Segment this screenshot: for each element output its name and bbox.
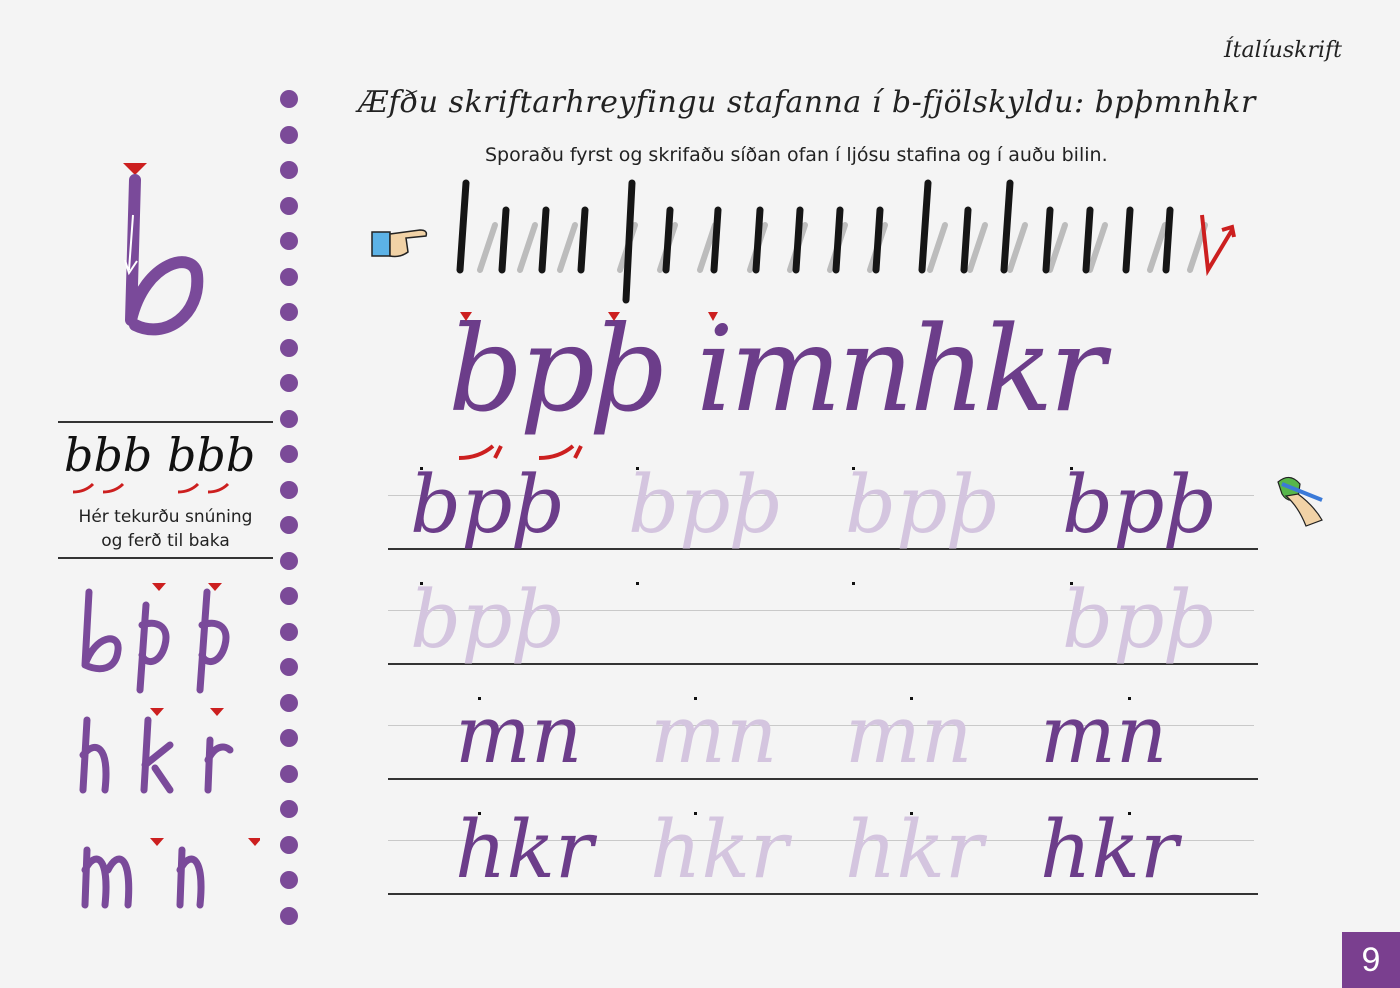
- binding-dot: [280, 125, 298, 144]
- start-dot: [478, 812, 481, 815]
- binding-dot: [280, 90, 298, 108]
- header-tag: Ítalíuskrift: [1223, 38, 1342, 63]
- binding-dot: [280, 196, 298, 215]
- start-dot: [694, 812, 697, 815]
- binding-dot: [280, 906, 298, 925]
- practice-word-trace: hkr: [845, 803, 984, 896]
- binding-dot: [280, 374, 298, 392]
- practice-word-trace: bpþ: [628, 458, 782, 551]
- binding-dot: [280, 338, 298, 357]
- start-dot: [636, 467, 639, 470]
- start-dot: [1070, 467, 1073, 470]
- start-dot: [1128, 697, 1131, 700]
- practice-word-end: mn: [1040, 688, 1168, 781]
- note-line-1: Hér tekurðu snúning: [78, 507, 253, 527]
- start-dot: [852, 467, 855, 470]
- start-dot: [910, 812, 913, 815]
- binding-dot: [280, 693, 298, 712]
- big-b-stroke-diagram: [123, 163, 204, 336]
- practice-word-trace: bpþ: [845, 458, 999, 551]
- practice-word-trace: hkr: [650, 803, 789, 896]
- turn-note: Hér tekurðu snúning og ferð til baka: [58, 505, 273, 553]
- binding-dot: [280, 445, 298, 463]
- page-title: Æfðu skriftarhreyfingu stafanna í b-fjöl…: [358, 85, 1256, 120]
- start-dot: [420, 467, 423, 470]
- start-markers: [460, 312, 718, 321]
- binding-dot: [280, 622, 298, 641]
- practice-word-trace: mn: [845, 688, 973, 781]
- note-line-2: og ferð til baka: [101, 531, 230, 551]
- practice-word-end: hkr: [1040, 803, 1179, 896]
- start-dot: [694, 697, 697, 700]
- start-dot: [852, 582, 855, 585]
- binding-dot: [280, 800, 298, 818]
- writing-hand-icon: [1277, 476, 1323, 527]
- page-number: 9: [1342, 932, 1400, 988]
- binding-dot: [280, 267, 298, 286]
- binding-dot: [280, 764, 298, 783]
- pointing-hand-icon: [371, 229, 428, 258]
- binding-dot: [280, 871, 298, 889]
- divider: [58, 557, 273, 559]
- start-dot: [478, 697, 481, 700]
- binding-dot: [280, 551, 298, 570]
- sample-bbb: bbb bbb: [64, 428, 256, 482]
- binding-dot: [280, 516, 298, 534]
- binding-dots: [280, 90, 300, 925]
- start-dot: [636, 582, 639, 585]
- stroke-order-letters: [79, 583, 260, 909]
- turn-arrows: [72, 482, 230, 494]
- practice-word-start: bpþ: [410, 573, 564, 666]
- practice-word-start: bpþ: [410, 458, 564, 551]
- divider: [58, 421, 273, 423]
- practice-word-end: bpþ: [1062, 458, 1216, 551]
- binding-dot: [280, 161, 298, 179]
- start-dot: [1128, 812, 1131, 815]
- start-dot: [420, 582, 423, 585]
- practice-word-end: bpþ: [1062, 573, 1216, 666]
- binding-dot: [280, 480, 298, 499]
- binding-dot: [280, 729, 298, 747]
- practice-word-trace: mn: [650, 688, 778, 781]
- binding-dot: [280, 303, 298, 321]
- binding-dot: [280, 409, 298, 428]
- page-subtitle: Sporaðu fyrst og skrifaðu síðan ofan í l…: [485, 144, 1108, 166]
- binding-dot: [280, 587, 298, 605]
- start-dot: [1070, 582, 1073, 585]
- binding-dot: [280, 835, 298, 854]
- practice-word-start: hkr: [455, 803, 594, 896]
- start-dot: [910, 697, 913, 700]
- binding-dot: [280, 232, 298, 250]
- practice-word-start: mn: [455, 688, 583, 781]
- slant-strokes-row: [456, 179, 1236, 304]
- binding-dot: [280, 658, 298, 676]
